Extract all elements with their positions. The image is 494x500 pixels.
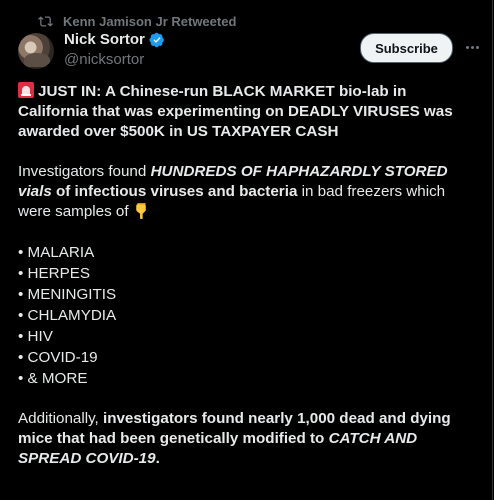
list-item: • MALARIA	[18, 244, 95, 261]
additionally-lead: Additionally,	[18, 410, 103, 427]
repost-icon	[38, 15, 53, 27]
pathogen-list: • MALARIA • HERPES • MENINGITIS • CHLAMY…	[18, 242, 480, 389]
author-handle[interactable]: @nicksortor	[64, 51, 144, 68]
verified-badge-icon	[149, 32, 164, 47]
list-item: • CHLAMYDIA	[18, 307, 117, 324]
findings-lead: Investigators found	[18, 163, 151, 180]
tweet-text: JUST IN: A Chinese-run BLACK MARKET bio-…	[18, 82, 480, 469]
rotating-light-emoji	[18, 82, 34, 98]
repost-context[interactable]: Kenn Jamison Jr Retweeted	[38, 12, 236, 30]
paragraph-additionally: Additionally, investigators found nearly…	[18, 409, 480, 469]
paragraph-findings: Investigators found HUNDREDS OF HAPHAZAR…	[18, 162, 480, 222]
tweet-headline: JUST IN: A Chinese-run BLACK MARKET bio-…	[18, 82, 480, 142]
avatar[interactable]	[18, 33, 54, 69]
tweet-card[interactable]: Kenn Jamison Jr Retweeted Nick Sortor @n…	[0, 0, 493, 500]
repost-label: Kenn Jamison Jr Retweeted	[63, 13, 237, 29]
findings-bold: of infectious viruses and bacteria	[51, 183, 298, 200]
additionally-tail: .	[155, 450, 160, 467]
list-item: • COVID-19	[18, 349, 98, 366]
subscribe-button[interactable]: Subscribe	[360, 33, 453, 63]
more-options-icon[interactable]	[461, 37, 483, 57]
list-item: • HERPES	[18, 265, 90, 282]
list-item: • HIV	[18, 328, 53, 345]
list-item: • & MORE	[18, 370, 88, 387]
author-name-row[interactable]: Nick Sortor	[64, 31, 165, 48]
list-item: • MENINGITIS	[18, 286, 117, 303]
headline-text: JUST IN: A Chinese-run BLACK MARKET bio-…	[18, 83, 453, 140]
author-display-name[interactable]: Nick Sortor	[64, 31, 145, 48]
backhand-index-pointing-down-emoji	[135, 203, 146, 219]
